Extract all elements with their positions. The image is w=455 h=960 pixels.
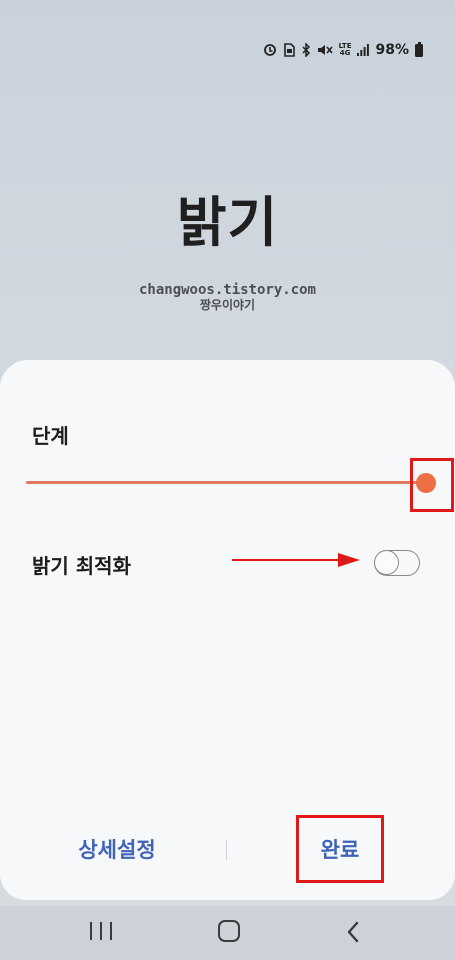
- brightness-slider[interactable]: [26, 470, 436, 498]
- page-title: 밝기: [176, 191, 279, 254]
- brightness-optimize-label: 밝기 최적화: [32, 554, 131, 578]
- button-divider: [226, 840, 227, 860]
- watermark-url: changwoos.tistory.com: [138, 282, 316, 298]
- bluetooth-icon: [301, 43, 311, 57]
- home-icon[interactable]: [218, 920, 240, 942]
- status-bar: LTE 4G 98%: [263, 38, 423, 62]
- back-icon[interactable]: [344, 920, 362, 944]
- watermark-nick: 짱우이야기: [199, 298, 256, 312]
- mute-icon: [317, 43, 333, 57]
- brightness-optimize-toggle[interactable]: [374, 550, 420, 576]
- data-saver-icon: [263, 43, 277, 57]
- highlight-box-slider-thumb: [410, 458, 454, 512]
- navigation-bar: [0, 906, 455, 960]
- toggle-knob: [374, 550, 399, 575]
- recent-apps-icon[interactable]: [90, 922, 112, 942]
- watermark: changwoos.tistory.com 짱우이야기: [0, 282, 455, 312]
- done-button[interactable]: 완료: [296, 815, 384, 883]
- battery-icon: [415, 41, 423, 57]
- lte-icon: LTE 4G: [339, 43, 352, 57]
- detail-settings-button[interactable]: 상세설정: [62, 834, 172, 868]
- signal-icon: [357, 43, 370, 57]
- red-arrow-icon: [232, 553, 360, 567]
- battery-percent: 98%: [375, 42, 409, 58]
- slider-track[interactable]: [26, 481, 436, 484]
- level-label: 단계: [32, 424, 69, 448]
- sim-icon: [283, 43, 295, 57]
- lte-sub-label: 4G: [339, 49, 351, 57]
